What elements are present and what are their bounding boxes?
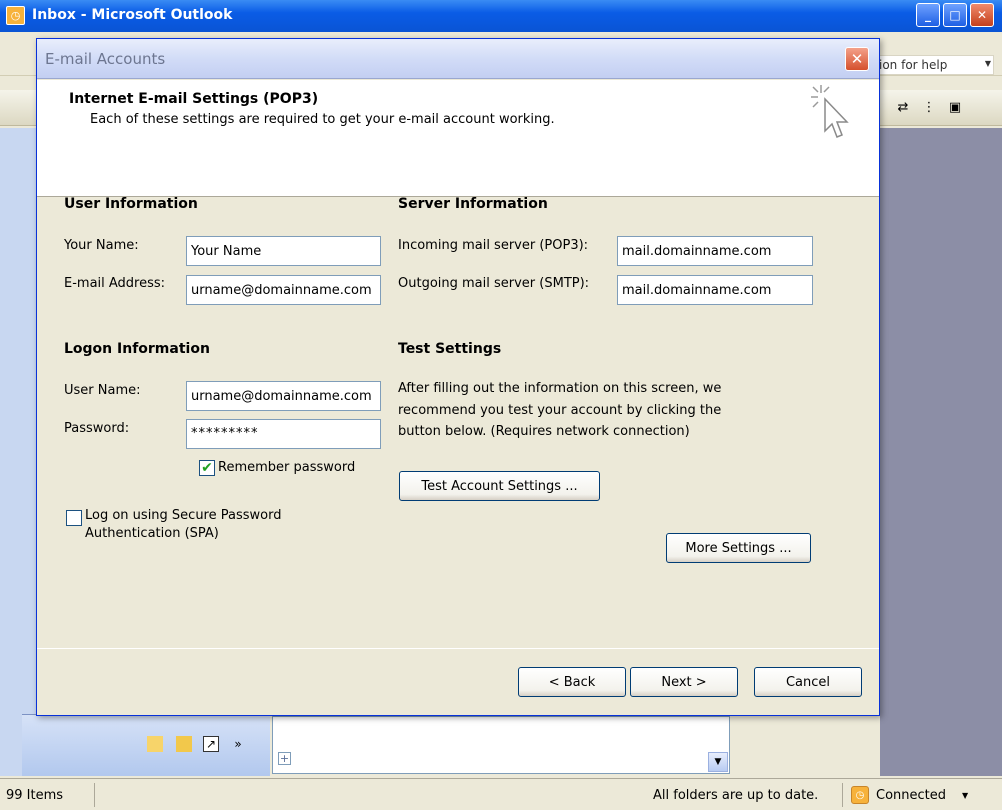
password-field[interactable]: *********	[186, 419, 381, 449]
chevron-down-icon[interactable]: ▼	[962, 791, 968, 800]
configure-buttons-icon[interactable]: »	[230, 736, 246, 752]
dialog-close-button[interactable]: ✕	[845, 47, 869, 71]
footer-divider	[37, 648, 879, 649]
server-info-title: Server Information	[398, 196, 548, 212]
expand-icon[interactable]: +	[278, 752, 291, 765]
outgoing-server-label: Outgoing mail server (SMTP):	[398, 276, 590, 291]
user-name-label: User Name:	[64, 383, 141, 398]
folder-list-pane	[272, 716, 730, 774]
toolbar-options-icon[interactable]: ⋮	[918, 96, 940, 118]
next-button[interactable]: Next >	[630, 667, 738, 697]
outlook-titlebar[interactable]: ◷ Inbox - Microsoft Outlook _ □ ✕	[0, 0, 1002, 32]
send-receive-icon[interactable]: ⇄	[892, 96, 914, 118]
chevron-down-icon[interactable]: ▼	[985, 59, 991, 68]
back-button[interactable]: < Back	[518, 667, 626, 697]
dialog-titlebar[interactable]: E-mail Accounts ✕	[37, 39, 879, 79]
address-book-icon[interactable]: ▣	[944, 96, 966, 118]
your-name-field[interactable]: Your Name	[186, 236, 381, 266]
remember-password-label[interactable]: Remember password	[218, 460, 355, 475]
notes-icon[interactable]	[147, 736, 163, 752]
dialog-subheading: Each of these settings are required to g…	[90, 112, 555, 127]
dialog-heading: Internet E-mail Settings (POP3)	[69, 91, 319, 107]
status-divider	[842, 783, 843, 807]
connection-status[interactable]: Connected	[876, 788, 946, 803]
sync-status: All folders are up to date.	[653, 788, 819, 803]
help-search-input[interactable]: ion for help ▼	[876, 55, 994, 75]
connection-clock-icon: ◷	[851, 786, 869, 804]
spa-label-line1[interactable]: Log on using Secure Password	[85, 508, 281, 523]
scroll-down-button[interactable]: ▼	[708, 752, 728, 772]
maximize-button[interactable]: □	[943, 3, 967, 27]
cancel-button[interactable]: Cancel	[754, 667, 862, 697]
dialog-title: E-mail Accounts	[45, 50, 166, 68]
help-search-text: ion for help	[879, 58, 948, 72]
test-account-settings-button[interactable]: Test Account Settings ...	[399, 471, 600, 501]
remember-password-checkbox[interactable]: ✔	[199, 460, 215, 476]
outlook-close-button[interactable]: ✕	[970, 3, 994, 27]
password-label: Password:	[64, 421, 130, 436]
your-name-label: Your Name:	[64, 238, 139, 253]
outlook-clock-icon: ◷	[6, 6, 25, 25]
outgoing-server-field[interactable]: mail.domainname.com	[617, 275, 813, 305]
navigation-pane	[0, 128, 40, 776]
wizard-cursor-icon	[811, 85, 849, 138]
incoming-server-field[interactable]: mail.domainname.com	[617, 236, 813, 266]
email-address-field[interactable]: urname@domainname.com	[186, 275, 381, 305]
incoming-server-label: Incoming mail server (POP3):	[398, 238, 589, 253]
email-address-label: E-mail Address:	[64, 276, 166, 291]
more-settings-button[interactable]: More Settings ...	[666, 533, 811, 563]
logon-info-title: Logon Information	[64, 341, 210, 357]
status-divider	[94, 783, 95, 807]
user-name-field[interactable]: urname@domainname.com	[186, 381, 381, 411]
outlook-title: Inbox - Microsoft Outlook	[32, 7, 233, 23]
reading-pane	[880, 128, 1002, 776]
test-settings-title: Test Settings	[398, 341, 502, 357]
test-settings-text-line2: recommend you test your account by click…	[398, 403, 722, 418]
status-bar: 99 Items All folders are up to date. ◷ C…	[0, 778, 1002, 810]
test-settings-text-line3: button below. (Requires network connecti…	[398, 424, 690, 439]
minimize-button[interactable]: _	[916, 3, 940, 27]
spa-label-line2[interactable]: Authentication (SPA)	[85, 526, 219, 541]
spa-checkbox[interactable]	[66, 510, 82, 526]
shortcut-icon[interactable]: ↗	[203, 736, 219, 752]
item-count: 99 Items	[6, 788, 64, 803]
email-accounts-dialog: E-mail Accounts ✕ Internet E-mail Settin…	[36, 38, 880, 716]
test-settings-text-line1: After filling out the information on thi…	[398, 381, 722, 396]
checkmark-icon: ✔	[201, 460, 213, 476]
folder-icon[interactable]	[176, 736, 192, 752]
user-info-title: User Information	[64, 196, 198, 212]
